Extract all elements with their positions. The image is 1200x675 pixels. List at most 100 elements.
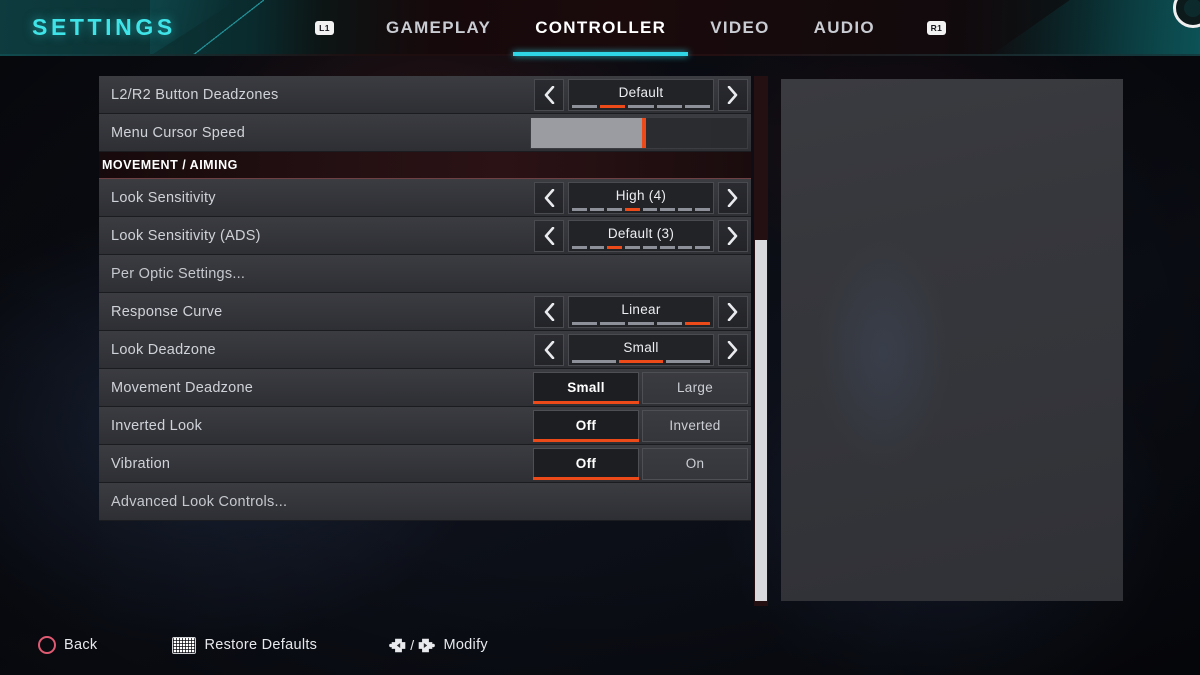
toggle-control: Small Large <box>533 371 748 404</box>
right-bumper-icon: R1 <box>926 21 946 35</box>
footer-action-back[interactable]: Back <box>38 636 97 654</box>
segment <box>642 207 658 211</box>
setting-row-movement-deadzone[interactable]: Movement Deadzone Small Large <box>99 369 751 407</box>
tab-gameplay[interactable]: GAMEPLAY <box>364 0 513 56</box>
settings-scrollbar-track[interactable] <box>754 76 768 606</box>
settings-scrollbar-thumb[interactable] <box>755 240 767 601</box>
stepper-value-box[interactable]: Default (3) <box>568 219 714 252</box>
stepper-control: High (4) <box>534 181 748 214</box>
chevron-right-icon[interactable] <box>718 295 748 328</box>
stepper-value-box[interactable]: High (4) <box>568 181 714 214</box>
setting-label: L2/R2 Button Deadzones <box>111 86 279 103</box>
segment <box>642 245 658 249</box>
stepper-value-text: High (4) <box>615 188 667 203</box>
stepper-value-text: Small <box>623 340 659 355</box>
segment <box>624 245 640 249</box>
header-diagonal-line <box>192 0 264 56</box>
setting-label: Menu Cursor Speed <box>111 124 246 141</box>
segment <box>695 245 710 249</box>
setting-label: Movement Deadzone <box>111 379 254 396</box>
tab-audio[interactable]: AUDIO <box>792 0 897 56</box>
chevron-left-icon[interactable] <box>534 219 564 252</box>
segment <box>600 321 626 325</box>
segment-selected <box>684 321 711 325</box>
setting-label: Vibration <box>111 455 171 472</box>
circle-button-icon <box>38 636 56 654</box>
tab-video-label: VIDEO <box>710 18 770 37</box>
stepper-value-box[interactable]: Default <box>568 78 714 111</box>
setting-label: Per Optic Settings... <box>111 265 246 282</box>
segment <box>607 207 622 211</box>
stepper-control: Default <box>534 78 748 111</box>
toggle-option[interactable]: Large <box>642 371 748 404</box>
chevron-left-icon[interactable] <box>534 333 564 366</box>
segment <box>628 321 654 325</box>
setting-row-look-sensitivity-ads[interactable]: Look Sensitivity (ADS) Default (3) <box>99 217 751 255</box>
setting-row-look-sensitivity[interactable]: Look Sensitivity High (4) <box>99 179 751 217</box>
setting-row-advanced-look-controls[interactable]: Advanced Look Controls... <box>99 483 751 521</box>
setting-row-inverted-look[interactable]: Inverted Look Off Inverted <box>99 407 751 445</box>
setting-label: Look Deadzone <box>111 341 216 358</box>
stepper-segments <box>572 104 711 108</box>
segment <box>677 207 693 211</box>
tab-controller[interactable]: CONTROLLER <box>513 0 689 56</box>
toggle-option[interactable]: On <box>642 447 748 480</box>
setting-row-l2r2-button-deadzones[interactable]: L2/R2 Button Deadzones Default <box>99 76 751 114</box>
footer-action-restore-defaults[interactable]: Restore Defaults <box>172 636 317 654</box>
stepper-value-box[interactable]: Linear <box>568 295 714 328</box>
setting-label: Look Sensitivity (ADS) <box>111 227 261 244</box>
settings-preview-panel <box>781 79 1123 601</box>
stepper-control: Linear <box>534 295 748 328</box>
section-header-label: MOVEMENT / AIMING <box>102 158 238 172</box>
top-header-bar: SETTINGS L1 GAMEPLAY CONTROLLER VIDEO AU… <box>0 0 1200 56</box>
setting-label: Advanced Look Controls... <box>111 493 288 510</box>
stepper-value-text: Default <box>618 85 664 100</box>
setting-label: Inverted Look <box>111 417 203 434</box>
chevron-left-icon[interactable] <box>534 181 564 214</box>
segment <box>656 104 682 108</box>
chevron-left-icon[interactable] <box>534 295 564 328</box>
chevron-left-icon[interactable] <box>534 78 564 111</box>
segment-selected <box>600 104 626 108</box>
segment <box>572 321 598 325</box>
segment <box>660 207 675 211</box>
chevron-right-icon[interactable] <box>718 219 748 252</box>
stepper-segments <box>572 321 711 325</box>
dpad-right-icon <box>419 638 436 652</box>
stepper-control: Small <box>534 333 748 366</box>
setting-label: Response Curve <box>111 303 223 320</box>
segment <box>656 321 682 325</box>
tab-controller-label: CONTROLLER <box>535 18 667 37</box>
settings-list-panel: L2/R2 Button Deadzones Default Menu Curs… <box>99 76 751 521</box>
segment <box>677 245 693 249</box>
toggle-control: Off On <box>533 447 748 480</box>
toggle-option-selected[interactable]: Small <box>533 371 639 404</box>
chevron-right-icon[interactable] <box>718 333 748 366</box>
stepper-value-box[interactable]: Small <box>568 333 714 366</box>
tab-video[interactable]: VIDEO <box>688 0 791 56</box>
setting-row-menu-cursor-speed[interactable]: Menu Cursor Speed <box>99 114 751 152</box>
stepper-segments <box>572 245 710 249</box>
toggle-option-selected[interactable]: Off <box>533 447 639 480</box>
left-bumper-icon: L1 <box>315 21 334 35</box>
footer-action-bar: Back Restore Defaults / Modify <box>0 615 1200 675</box>
footer-action-modify[interactable]: / Modify <box>389 637 488 654</box>
dpad-separator: / <box>410 637 415 653</box>
preview-panel-glow <box>815 235 952 471</box>
tab-audio-label: AUDIO <box>813 18 875 37</box>
chevron-right-icon[interactable] <box>718 78 748 111</box>
toggle-option[interactable]: Inverted <box>642 409 748 442</box>
top-right-circle-inner <box>1184 0 1200 17</box>
slider-fill <box>531 117 645 148</box>
setting-row-response-curve[interactable]: Response Curve Linear <box>99 293 751 331</box>
slider-handle[interactable] <box>642 117 647 148</box>
toggle-option-selected[interactable]: Off <box>533 409 639 442</box>
setting-row-look-deadzone[interactable]: Look Deadzone Small <box>99 331 751 369</box>
slider-control[interactable] <box>530 116 748 149</box>
setting-label: Look Sensitivity <box>111 189 216 206</box>
stepper-segments <box>572 359 710 363</box>
section-header-movement-aiming: MOVEMENT / AIMING <box>99 152 751 179</box>
setting-row-per-optic-settings[interactable]: Per Optic Settings... <box>99 255 751 293</box>
setting-row-vibration[interactable]: Vibration Off On <box>99 445 751 483</box>
chevron-right-icon[interactable] <box>718 181 748 214</box>
